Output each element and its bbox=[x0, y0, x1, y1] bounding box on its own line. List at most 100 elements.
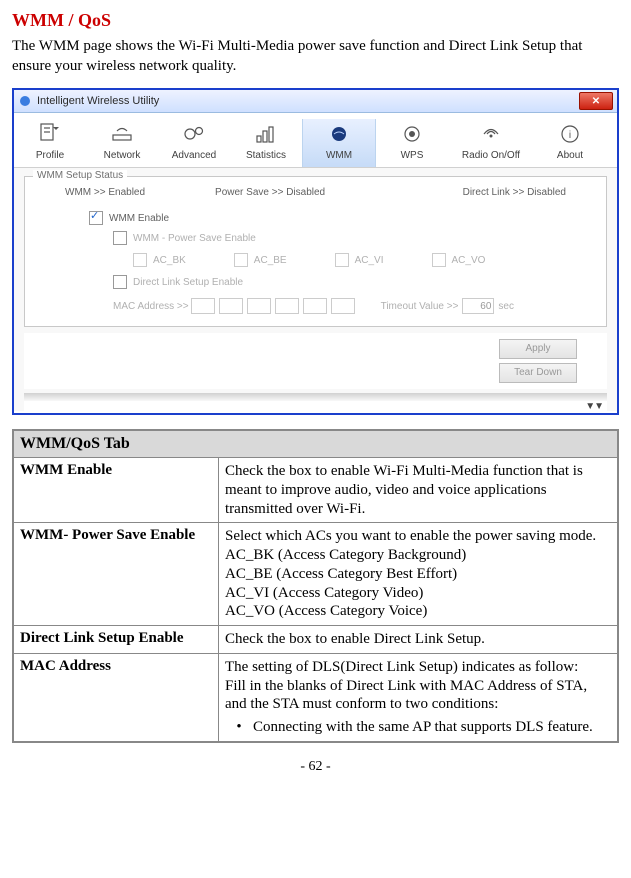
mac-desc-intro: The setting of DLS(Direct Link Setup) in… bbox=[225, 659, 578, 675]
tab-statistics[interactable]: Statistics bbox=[230, 119, 302, 167]
resize-grip-row: ▼▼ bbox=[24, 401, 607, 411]
button-area: Apply Tear Down bbox=[24, 333, 607, 389]
ps-desc-vi: AC_VI (Access Category Video) bbox=[225, 585, 423, 601]
mac-desc-body: Fill in the blanks of Direct Link with M… bbox=[225, 678, 587, 713]
row-dls-label: Direct Link Setup Enable bbox=[13, 626, 219, 654]
wmm-enable-checkbox[interactable] bbox=[89, 211, 103, 225]
group-legend: WMM Setup Status bbox=[33, 170, 127, 181]
row-mac-desc: The setting of DLS(Direct Link Setup) in… bbox=[219, 653, 619, 742]
timeout-input[interactable]: 60 bbox=[462, 298, 494, 314]
tab-advanced[interactable]: Advanced bbox=[158, 119, 230, 167]
wps-icon bbox=[397, 121, 427, 147]
row-ps-desc: Select which ACs you want to enable the … bbox=[219, 523, 619, 626]
ps-desc-be: AC_BE (Access Category Best Effort) bbox=[225, 566, 457, 582]
tab-label: Radio On/Off bbox=[462, 150, 520, 161]
mac-address-label: MAC Address >> bbox=[113, 301, 189, 312]
ac-be-label: AC_BE bbox=[254, 255, 287, 266]
table-row: WMM Enable Check the box to enable Wi-Fi… bbox=[13, 458, 618, 523]
ac-bk-checkbox[interactable] bbox=[133, 253, 147, 267]
row-mac-label: MAC Address bbox=[13, 653, 219, 742]
timeout-label: Timeout Value >> bbox=[381, 301, 459, 312]
network-icon bbox=[107, 121, 137, 147]
ac-row: AC_BK AC_BE AC_VI AC_VO bbox=[35, 248, 596, 272]
main-toolbar: Profile Network Advanced Statistics bbox=[14, 113, 617, 168]
row-ps-label: WMM- Power Save Enable bbox=[13, 523, 219, 626]
tab-label: About bbox=[557, 150, 583, 161]
ac-vi-checkbox[interactable] bbox=[335, 253, 349, 267]
wmm-qos-table: WMM/QoS Tab WMM Enable Check the box to … bbox=[12, 429, 619, 743]
table-header: WMM/QoS Tab bbox=[13, 430, 618, 458]
mac-row: MAC Address >> Timeout Value >> 60 sec bbox=[35, 292, 596, 316]
status-wmm: WMM >> Enabled bbox=[65, 187, 145, 198]
status-row: WMM >> Enabled Power Save >> Disabled Di… bbox=[35, 185, 596, 208]
tab-wps[interactable]: WPS bbox=[376, 119, 448, 167]
page-heading: WMM / QoS bbox=[12, 10, 619, 31]
mac-field-6[interactable] bbox=[331, 298, 355, 314]
resize-grip-icon[interactable]: ▼▼ bbox=[585, 401, 603, 412]
tab-radio[interactable]: Radio On/Off bbox=[448, 119, 534, 167]
window-title: Intelligent Wireless Utility bbox=[37, 95, 579, 107]
powersave-enable-row: WMM - Power Save Enable bbox=[35, 228, 596, 248]
teardown-button[interactable]: Tear Down bbox=[499, 363, 577, 383]
tab-label: Profile bbox=[36, 150, 64, 161]
tab-about[interactable]: i About bbox=[534, 119, 606, 167]
row-wmm-enable-desc: Check the box to enable Wi-Fi Multi-Medi… bbox=[219, 458, 619, 523]
powersave-checkbox[interactable] bbox=[113, 231, 127, 245]
tab-network[interactable]: Network bbox=[86, 119, 158, 167]
tab-label: Advanced bbox=[172, 150, 216, 161]
tab-label: Statistics bbox=[246, 150, 286, 161]
mac-field-2[interactable] bbox=[219, 298, 243, 314]
app-icon bbox=[18, 94, 32, 108]
page-number: - 62 - bbox=[12, 759, 619, 775]
dls-label: Direct Link Setup Enable bbox=[133, 277, 243, 288]
tab-wmm[interactable]: WMM bbox=[302, 119, 376, 167]
about-icon: i bbox=[555, 121, 585, 147]
dls-checkbox[interactable] bbox=[113, 275, 127, 289]
profile-icon bbox=[35, 121, 65, 147]
tab-label: Network bbox=[104, 150, 141, 161]
status-directlink: Direct Link >> Disabled bbox=[463, 187, 566, 198]
row-wmm-enable-label: WMM Enable bbox=[13, 458, 219, 523]
statistics-icon bbox=[251, 121, 281, 147]
radio-icon bbox=[476, 121, 506, 147]
table-row: MAC Address The setting of DLS(Direct Li… bbox=[13, 653, 618, 742]
tab-label: WMM bbox=[326, 150, 352, 161]
svg-text:i: i bbox=[569, 130, 571, 141]
wmm-enable-label: WMM Enable bbox=[109, 213, 169, 224]
status-powersave: Power Save >> Disabled bbox=[215, 187, 325, 198]
mac-field-4[interactable] bbox=[275, 298, 299, 314]
intro-text: The WMM page shows the Wi-Fi Multi-Media… bbox=[12, 37, 619, 76]
divider-shadow bbox=[24, 393, 607, 401]
mac-bullet-row: • Connecting with the same AP that suppo… bbox=[225, 718, 611, 737]
powersave-label: WMM - Power Save Enable bbox=[133, 233, 256, 244]
mac-field-3[interactable] bbox=[247, 298, 271, 314]
timeout-unit: sec bbox=[498, 301, 514, 312]
ps-desc-bk: AC_BK (Access Category Background) bbox=[225, 547, 466, 563]
ac-vo-label: AC_VO bbox=[452, 255, 486, 266]
ac-vi-label: AC_VI bbox=[355, 255, 384, 266]
dls-enable-row: Direct Link Setup Enable bbox=[35, 272, 596, 292]
ac-bk-label: AC_BK bbox=[153, 255, 186, 266]
close-button[interactable]: ✕ bbox=[579, 92, 613, 110]
mac-bullet-text: Connecting with the same AP that support… bbox=[253, 718, 611, 737]
tab-profile[interactable]: Profile bbox=[14, 119, 86, 167]
wmm-enable-row: WMM Enable bbox=[35, 208, 596, 228]
ac-vo-checkbox[interactable] bbox=[432, 253, 446, 267]
mac-field-5[interactable] bbox=[303, 298, 327, 314]
ps-desc-vo: AC_VO (Access Category Voice) bbox=[225, 603, 427, 619]
ps-desc-intro: Select which ACs you want to enable the … bbox=[225, 528, 596, 544]
window-titlebar: Intelligent Wireless Utility ✕ bbox=[14, 90, 617, 113]
wmm-setup-group: WMM Setup Status WMM >> Enabled Power Sa… bbox=[24, 176, 607, 327]
screenshot-figure: Intelligent Wireless Utility ✕ Profile N… bbox=[12, 88, 619, 415]
table-row: Direct Link Setup Enable Check the box t… bbox=[13, 626, 618, 654]
row-dls-desc: Check the box to enable Direct Link Setu… bbox=[219, 626, 619, 654]
bullet-icon: • bbox=[225, 718, 253, 737]
apply-button[interactable]: Apply bbox=[499, 339, 577, 359]
mac-field-1[interactable] bbox=[191, 298, 215, 314]
advanced-icon bbox=[179, 121, 209, 147]
app-window: Intelligent Wireless Utility ✕ Profile N… bbox=[14, 90, 617, 411]
tab-label: WPS bbox=[401, 150, 424, 161]
table-row: WMM- Power Save Enable Select which ACs … bbox=[13, 523, 618, 626]
wmm-icon bbox=[324, 121, 354, 147]
ac-be-checkbox[interactable] bbox=[234, 253, 248, 267]
